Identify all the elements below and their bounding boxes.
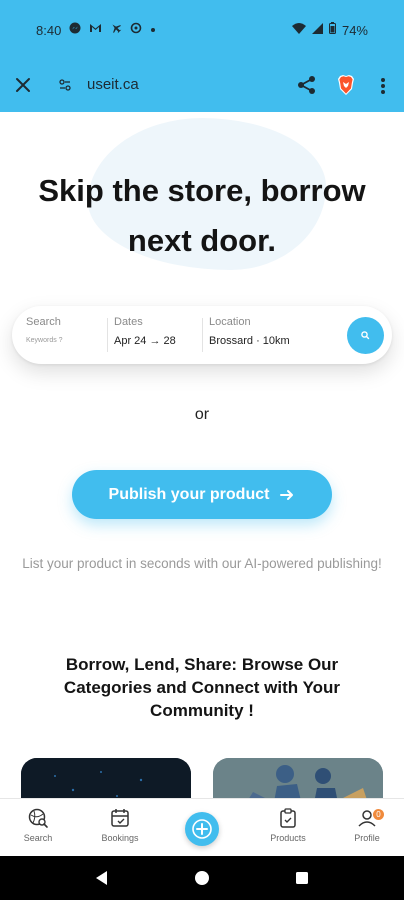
battery-icon — [328, 22, 336, 38]
brave-shields-button[interactable] — [334, 73, 358, 97]
brave-lion-icon — [338, 75, 354, 95]
profile-badge: 0 — [373, 809, 384, 820]
nav-search-label: Search — [23, 833, 53, 843]
nav-search[interactable]: Search — [8, 807, 68, 843]
airplane-icon — [110, 22, 122, 38]
nav-add-button[interactable] — [185, 812, 219, 846]
hero-title: Skip the store, borrow next door. — [0, 166, 404, 266]
dates-value: Apr 24 → 28 — [114, 335, 176, 347]
publish-product-button[interactable]: Publish your product — [72, 470, 332, 519]
status-bar: 8:40 74% — [0, 0, 404, 60]
search-divider — [202, 318, 203, 352]
recents-square-icon — [296, 872, 308, 884]
close-tab-button[interactable] — [12, 74, 34, 96]
search-label: Search — [26, 316, 61, 328]
publish-button-label: Publish your product — [108, 485, 270, 503]
share-icon — [298, 76, 315, 94]
search-submit-button[interactable] — [347, 317, 384, 354]
url-bar[interactable]: useit.ca — [87, 76, 139, 93]
categories-title: Borrow, Lend, Share: Browse Our Categori… — [63, 655, 341, 720]
close-icon — [16, 78, 30, 92]
search-card: Search Keywords ? Dates Apr 24 → 28 Loca… — [12, 306, 392, 364]
system-navigation-bar — [0, 856, 404, 900]
nav-profile-label: Profile — [354, 833, 380, 843]
nav-profile[interactable]: 0 Profile — [337, 807, 397, 843]
more-vertical-icon — [381, 78, 385, 94]
or-separator: or — [194, 406, 210, 423]
home-circle-icon — [195, 871, 209, 885]
site-settings-button[interactable] — [58, 78, 74, 94]
search-field[interactable]: Search Keywords ? — [26, 316, 63, 344]
dates-field[interactable]: Dates Apr 24 → 28 — [114, 316, 176, 347]
search-icon — [361, 331, 370, 340]
search-divider — [107, 318, 108, 352]
arrow-right-icon — [280, 489, 294, 500]
browser-menu-button[interactable] — [376, 74, 390, 98]
settings-app-icon — [130, 22, 142, 38]
messenger-icon — [69, 22, 81, 38]
status-time: 8:40 — [36, 22, 62, 38]
location-field[interactable]: Location Brossard · 10km — [209, 316, 290, 347]
nav-products[interactable]: Products — [258, 807, 318, 843]
gmail-icon — [89, 23, 102, 37]
system-back-button[interactable] — [92, 868, 112, 888]
system-home-button[interactable] — [192, 868, 212, 888]
notification-dot-icon — [150, 23, 156, 37]
search-globe-icon — [28, 808, 48, 828]
nav-bookings[interactable]: Bookings — [90, 807, 150, 843]
back-triangle-icon — [96, 871, 107, 885]
browser-toolbar: useit.ca — [0, 60, 404, 112]
hero-title-line1: Skip the store, borrow — [38, 173, 366, 208]
tune-icon — [59, 79, 71, 91]
status-left: 8:40 — [36, 22, 156, 38]
wifi-icon — [291, 22, 306, 38]
hero-title-line2: next door. — [127, 223, 277, 258]
share-button[interactable] — [296, 74, 318, 96]
location-value: Brossard · 10km — [209, 335, 290, 347]
bottom-navigation: Search Bookings Products 0 Profile — [0, 798, 404, 856]
publish-subtitle: List your product in seconds with our AI… — [22, 556, 382, 571]
battery-percent: 74% — [341, 22, 368, 38]
dates-label: Dates — [114, 316, 143, 328]
calendar-icon — [111, 809, 129, 827]
system-recents-button[interactable] — [292, 868, 312, 888]
cell-signal-icon — [311, 22, 323, 38]
nav-products-label: Products — [270, 833, 306, 843]
plus-icon — [192, 819, 212, 839]
nav-bookings-label: Bookings — [101, 833, 139, 843]
search-keywords-placeholder: Keywords ? — [26, 337, 63, 344]
clipboard-check-icon — [280, 808, 296, 828]
location-label: Location — [209, 316, 251, 328]
status-right: 74% — [291, 22, 368, 38]
